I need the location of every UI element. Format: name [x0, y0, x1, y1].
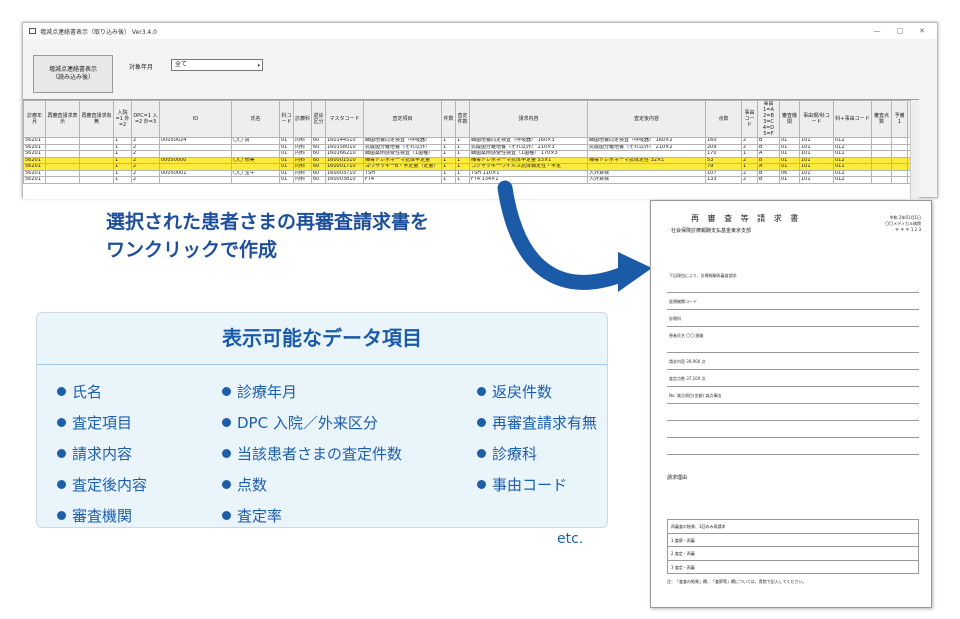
data-item-label: 請求内容	[72, 445, 133, 463]
data-item-label: 診療科	[492, 445, 538, 463]
bullet-icon	[222, 418, 231, 427]
bullet-icon	[477, 387, 486, 396]
bullet-icon	[57, 511, 66, 520]
bullet-icon	[222, 480, 231, 489]
data-item: DPC 入院／外来区分	[222, 412, 378, 433]
bullet-icon	[57, 480, 66, 489]
data-item: 査定項目	[57, 412, 132, 433]
data-item-label: 返戻件数	[492, 383, 553, 401]
doc-footer-row: 3 査定・再審	[668, 561, 918, 574]
doc-line: 患者氏名 〇〇 圃美	[667, 327, 919, 353]
data-items-card: 表示可能なデータ項目 etc. 氏名査定項目請求内容査定後内容審査機関 診療年月 D…	[36, 312, 608, 547]
doc-title: 再 審 査 等 請 求 書	[691, 214, 802, 223]
bullet-icon	[222, 511, 231, 520]
data-item-label: 診療年月	[237, 383, 298, 401]
bullet-icon	[477, 418, 486, 427]
data-item: 審査機関	[57, 505, 132, 526]
data-item: 診療科	[477, 443, 537, 464]
doc-line	[667, 438, 919, 455]
data-item-label: 当該患者さまの査定件数	[237, 445, 403, 463]
etc-label: etc.	[557, 531, 584, 547]
doc-header-info: 令和 2年01月1日 〇〇メディカル病院 〒 〒 〒 1 2 3	[885, 215, 921, 232]
item-list: etc. 氏名査定項目請求内容査定後内容審査機関 診療年月 DPC 入院／外来区分当…	[37, 365, 607, 547]
data-item-label: 査定率	[237, 507, 283, 525]
doc-line	[667, 421, 919, 438]
card-title: 表示可能なデータ項目	[222, 326, 422, 350]
doc-line: 診療科	[667, 310, 919, 327]
bullet-icon	[477, 449, 486, 458]
data-item-label: 氏名	[72, 383, 103, 401]
doc-body: 下記理由により、診療報酬再審査請求 医療機関コード 診療科 患者氏名 〇〇 圃美 請求内…	[667, 267, 919, 455]
reexamination-request-document: 再 審 査 等 請 求 書 社会保険診療報酬支払基金東京支部 令和 2年01月1…	[650, 200, 932, 608]
bullet-icon	[477, 480, 486, 489]
data-item: 査定後内容	[57, 474, 147, 495]
data-item: 返戻件数	[477, 381, 552, 402]
data-item: 査定率	[222, 505, 282, 526]
doc-line: 医療機関コード	[667, 293, 919, 310]
doc-line: 査定点数 37,100 点	[667, 370, 919, 387]
bullet-icon	[222, 387, 231, 396]
doc-line: 下記理由により、診療報酬再審査請求	[667, 267, 919, 293]
bullet-icon	[222, 449, 231, 458]
data-item: 事由コード	[477, 474, 567, 495]
data-item-label: 査定後内容	[72, 476, 148, 494]
data-item: 氏名	[57, 381, 102, 402]
doc-footer-row: 再審査の結果、1回のみ再請求	[668, 520, 918, 534]
data-item: 診療年月	[222, 381, 297, 402]
doc-line: 請求内容 39,900 点	[667, 353, 919, 370]
data-item-label: 査定項目	[72, 414, 133, 432]
doc-reason-label: 請求理由	[667, 475, 688, 481]
doc-line: No. 減点項目(金額) 減点事由	[667, 387, 919, 404]
data-item: 再審査請求有無	[477, 412, 597, 433]
bullet-icon	[57, 449, 66, 458]
data-item: 当該患者さまの査定件数	[222, 443, 402, 464]
data-item-label: 点数	[237, 476, 268, 494]
bullet-icon	[57, 418, 66, 427]
doc-footer-row: 2 査定・再審	[668, 547, 918, 561]
data-item: 請求内容	[57, 443, 132, 464]
bullet-icon	[57, 387, 66, 396]
doc-recipient: 社会保険診療報酬支払基金東京支部	[671, 228, 752, 234]
doc-line	[667, 404, 919, 421]
data-item: 点数	[222, 474, 267, 495]
doc-footer-table: 再審査の結果、1回のみ再請求 1 査察・再審 2 査定・再審 3 査定・再審	[667, 519, 919, 574]
doc-footer-row: 1 査察・再審	[668, 534, 918, 547]
data-item-label: 審査機関	[72, 507, 133, 525]
data-item-label: DPC 入院／外来区分	[237, 414, 378, 432]
doc-note: 注：「査査の結果」欄、「査察等」欄については、貴院で記入してください。	[667, 579, 807, 584]
data-item-label: 再審査請求有無	[492, 414, 598, 432]
data-item-label: 事由コード	[492, 476, 568, 494]
